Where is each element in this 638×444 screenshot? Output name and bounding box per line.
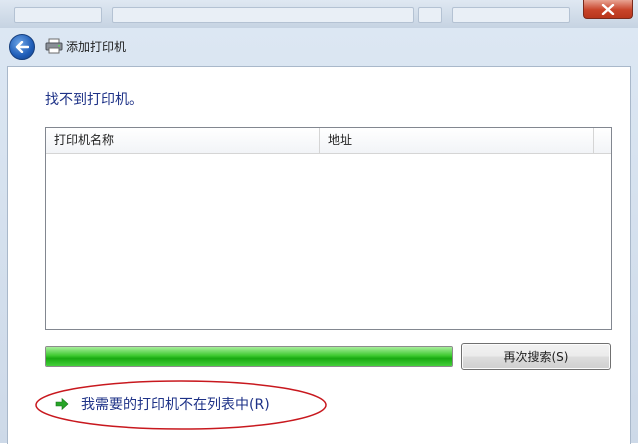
printer-icon xyxy=(45,38,63,54)
close-icon xyxy=(601,3,615,15)
search-progress-bar xyxy=(45,346,453,367)
back-button[interactable] xyxy=(9,34,35,60)
background-path-box xyxy=(112,7,414,23)
green-arrow-icon xyxy=(55,397,69,411)
column-header-printer-name[interactable]: 打印机名称 xyxy=(46,128,320,153)
dialog-title: 添加打印机 xyxy=(66,40,127,54)
not-listed-link-text[interactable]: 我需要的打印机不在列表中(R) xyxy=(81,394,270,414)
window-close-button[interactable] xyxy=(583,0,633,19)
printer-not-listed-link[interactable]: 我需要的打印机不在列表中(R) xyxy=(55,394,270,414)
progress-fill xyxy=(46,347,452,366)
page-heading: 找不到打印机。 xyxy=(45,92,143,108)
back-arrow-icon xyxy=(15,41,29,53)
list-header: 打印机名称 地址 xyxy=(46,128,611,154)
background-window-bar xyxy=(0,0,638,28)
column-header-address[interactable]: 地址 xyxy=(320,128,594,153)
search-again-button[interactable]: 再次搜索(S) xyxy=(461,343,611,370)
printer-list[interactable]: 打印机名称 地址 xyxy=(45,127,612,330)
background-nav-box xyxy=(418,7,442,23)
background-address-box xyxy=(14,7,102,23)
background-search-box xyxy=(452,7,570,23)
